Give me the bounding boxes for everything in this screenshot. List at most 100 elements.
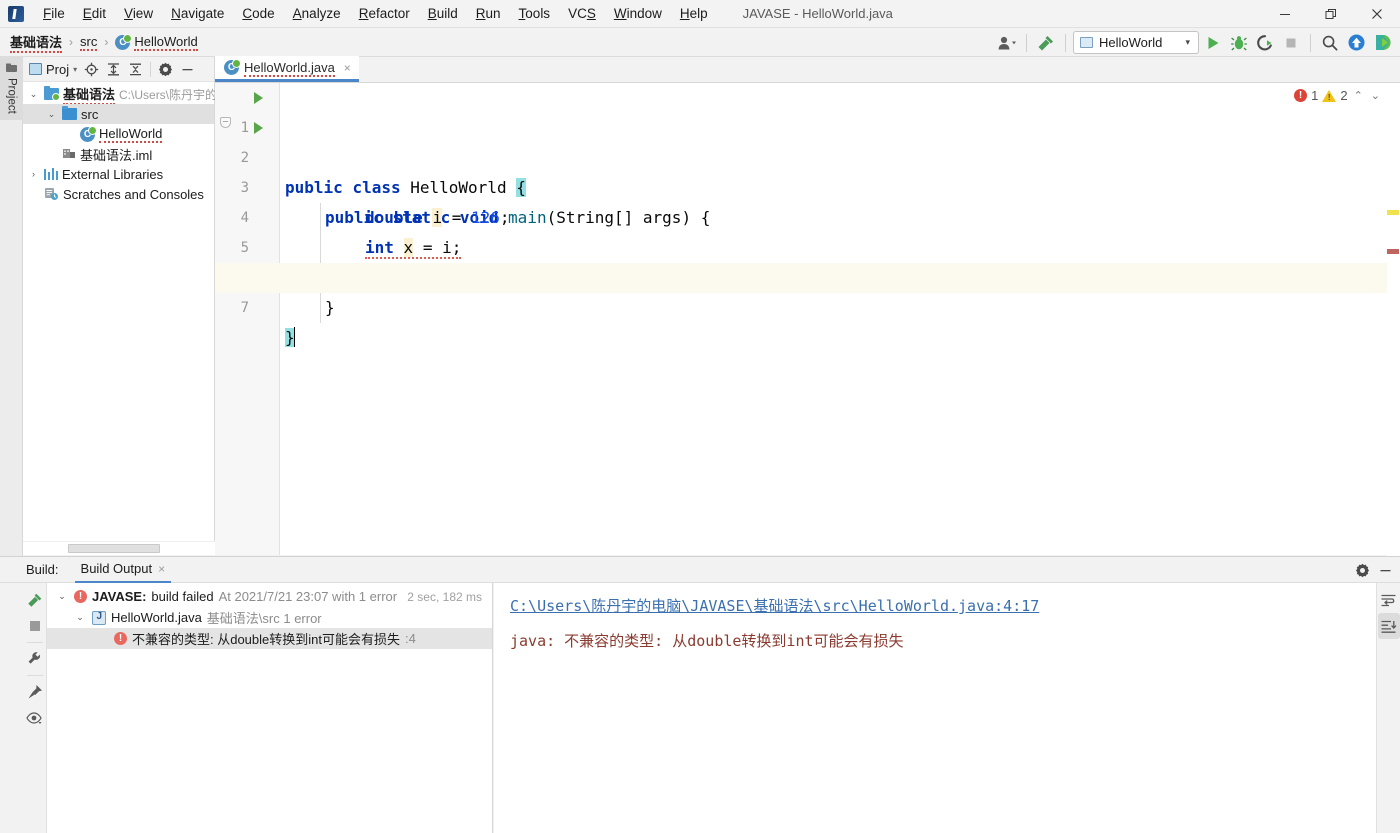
close-icon[interactable] <box>1354 0 1400 28</box>
tree-node-label: 基础语法 <box>63 84 116 105</box>
run-play-icon[interactable] <box>1201 31 1225 55</box>
hide-panel-icon[interactable] <box>177 59 198 80</box>
error-file-link[interactable]: C:\Users\陈丹宇的电脑\JAVASE\基础语法\src\HelloWor… <box>510 595 1039 616</box>
ide-and-project-settings-icon[interactable] <box>1370 31 1394 55</box>
stop-build-icon[interactable] <box>24 613 46 639</box>
sidebar-item-label: Project <box>5 78 18 114</box>
build-panel-side-toolbar <box>23 583 47 833</box>
close-icon[interactable]: × <box>344 61 351 75</box>
build-settings-icon[interactable] <box>24 646 46 672</box>
run-with-coverage-icon[interactable] <box>1253 31 1277 55</box>
breadcrumb-item-src[interactable]: src <box>76 32 101 53</box>
run-configuration-selector[interactable]: HelloWorld ▾ <box>1073 31 1199 54</box>
scrollbar-thumb[interactable] <box>68 544 160 553</box>
project-tree[interactable]: ⌄ 基础语法 C:\Users\陈丹宇的电 ⌄ src C HelloWorld <box>23 82 229 204</box>
tree-node-external-libraries[interactable]: › External Libraries <box>23 164 214 184</box>
locate-target-icon[interactable] <box>81 59 102 80</box>
search-everywhere-icon[interactable] <box>1318 31 1342 55</box>
code-line[interactable]: 3 double i = 126; <box>215 143 1400 227</box>
java-class-icon: C <box>80 125 97 142</box>
scroll-to-end-icon[interactable] <box>1377 613 1400 639</box>
chevron-down-icon[interactable]: ⌄ <box>1369 89 1382 102</box>
build-tree-row-file[interactable]: ⌄ HelloWorld.java 基础语法\src 1 error <box>47 607 492 628</box>
close-icon[interactable]: × <box>158 562 165 576</box>
text-caret <box>293 327 296 347</box>
code-editor[interactable]: – – 1 public class HelloWorld { 2 public… <box>215 83 1400 581</box>
build-hammer-icon[interactable] <box>1034 31 1058 55</box>
code-line[interactable]: 1 public class HelloWorld { <box>215 83 1400 197</box>
project-panel-horizontal-scrollbar[interactable] <box>23 541 215 555</box>
collapse-all-icon[interactable] <box>125 59 146 80</box>
menu-item-view[interactable]: View <box>115 2 162 25</box>
tab-build-output[interactable]: Build Output × <box>74 557 172 583</box>
soft-wrap-icon[interactable] <box>1378 587 1400 613</box>
code-line[interactable]: 4 int x = i; <box>215 173 1400 259</box>
settings-gear-icon[interactable] <box>1352 560 1373 581</box>
rerun-build-icon[interactable] <box>24 587 46 613</box>
tree-node-path: C:\Users\陈丹宇的电 <box>119 87 230 102</box>
hide-panel-icon[interactable] <box>1375 560 1396 581</box>
stop-icon[interactable] <box>1279 31 1303 55</box>
tree-node-label: 基础语法.iml <box>80 147 153 163</box>
build-status-text: build failed <box>151 589 214 604</box>
tree-node-scratches[interactable]: Scratches and Consoles <box>23 184 214 204</box>
menu-item-file[interactable]: File <box>34 2 74 25</box>
tree-node-iml[interactable]: 基础语法.iml <box>23 144 214 164</box>
tree-node-helloworld[interactable]: C HelloWorld <box>23 124 214 144</box>
warning-marker[interactable] <box>1387 210 1399 215</box>
tree-node-label: External Libraries <box>62 166 164 182</box>
run-play-icon[interactable] <box>254 122 263 134</box>
chevron-down-icon[interactable]: ⌄ <box>45 109 58 120</box>
minimize-icon[interactable] <box>1262 0 1308 28</box>
menu-item-build[interactable]: Build <box>419 2 467 25</box>
menu-item-code[interactable]: Code <box>233 2 283 25</box>
expand-all-icon[interactable] <box>103 59 124 80</box>
menu-item-refactor[interactable]: Refactor <box>350 2 419 25</box>
menu-item-navigate[interactable]: Navigate <box>162 2 233 25</box>
tree-node-src[interactable]: ⌄ src <box>23 104 214 124</box>
run-play-icon[interactable] <box>254 92 263 104</box>
editor-tab-helloworld[interactable]: C HelloWorld.java × <box>215 56 359 82</box>
breadcrumb-item-class[interactable]: C HelloWorld <box>111 32 201 53</box>
menu-item-edit[interactable]: Edit <box>74 2 115 25</box>
user-account-icon[interactable] <box>995 31 1019 55</box>
pin-tab-icon[interactable] <box>24 679 46 705</box>
chevron-right-icon[interactable]: › <box>27 169 40 179</box>
error-marker[interactable] <box>1387 249 1399 254</box>
editor-tab-bar: C HelloWorld.java × <box>215 56 1400 83</box>
build-tree-row-error[interactable]: ! 不兼容的类型: 从double转换到int可能会有损失 :4 <box>47 628 492 649</box>
tree-node-module[interactable]: ⌄ 基础语法 C:\Users\陈丹宇的电 <box>23 84 229 105</box>
settings-gear-icon[interactable] <box>155 59 176 80</box>
project-view-selector[interactable]: Proj ▾ <box>26 62 80 77</box>
sidebar-item-project[interactable]: Project <box>0 57 23 120</box>
code-line[interactable]: 5 System.out.println(x); <box>215 203 1400 287</box>
chevron-down-icon[interactable]: ⌄ <box>73 612 87 623</box>
build-tree-row-root[interactable]: ⌄ ! JAVASE: build failed At 2021/7/21 23… <box>47 586 492 607</box>
code-line-current[interactable]: 7 } <box>215 263 1400 347</box>
menu-item-help[interactable]: Help <box>671 2 717 25</box>
update-project-icon[interactable] <box>1344 31 1368 55</box>
tree-node-label: src <box>81 106 99 122</box>
menu-item-vcs[interactable]: VCS <box>559 2 605 25</box>
menu-item-tools[interactable]: Tools <box>510 2 560 25</box>
menu-item-window[interactable]: Window <box>605 2 671 25</box>
chevron-up-icon[interactable]: ⌃ <box>1352 89 1365 102</box>
inspection-widget[interactable]: ! 1 2 ⌃ ⌄ <box>1294 88 1382 103</box>
code-line[interactable]: 6 } <box>215 233 1400 317</box>
iml-file-icon <box>62 147 76 161</box>
show-options-icon[interactable] <box>24 705 46 731</box>
menu-item-run[interactable]: Run <box>467 2 510 25</box>
menu-item-analyze[interactable]: Analyze <box>284 2 350 25</box>
debug-bug-icon[interactable] <box>1227 31 1251 55</box>
breadcrumb-item-project[interactable]: 基础语法 <box>6 30 66 55</box>
code-line-text: } <box>325 298 335 317</box>
code-line[interactable]: 2 public static void main(String[] args)… <box>215 113 1400 227</box>
editor-marker-track[interactable] <box>1387 109 1400 581</box>
chevron-down-icon: ▾ <box>73 64 78 74</box>
chevron-down-icon[interactable]: ⌄ <box>27 89 40 100</box>
build-output-detail[interactable]: C:\Users\陈丹宇的电脑\JAVASE\基础语法\src\HelloWor… <box>494 583 1376 833</box>
java-class-icon: C <box>224 59 241 75</box>
build-output-tree[interactable]: ⌄ ! JAVASE: build failed At 2021/7/21 23… <box>47 583 493 833</box>
chevron-down-icon[interactable]: ⌄ <box>55 591 69 602</box>
restore-icon[interactable] <box>1308 0 1354 28</box>
